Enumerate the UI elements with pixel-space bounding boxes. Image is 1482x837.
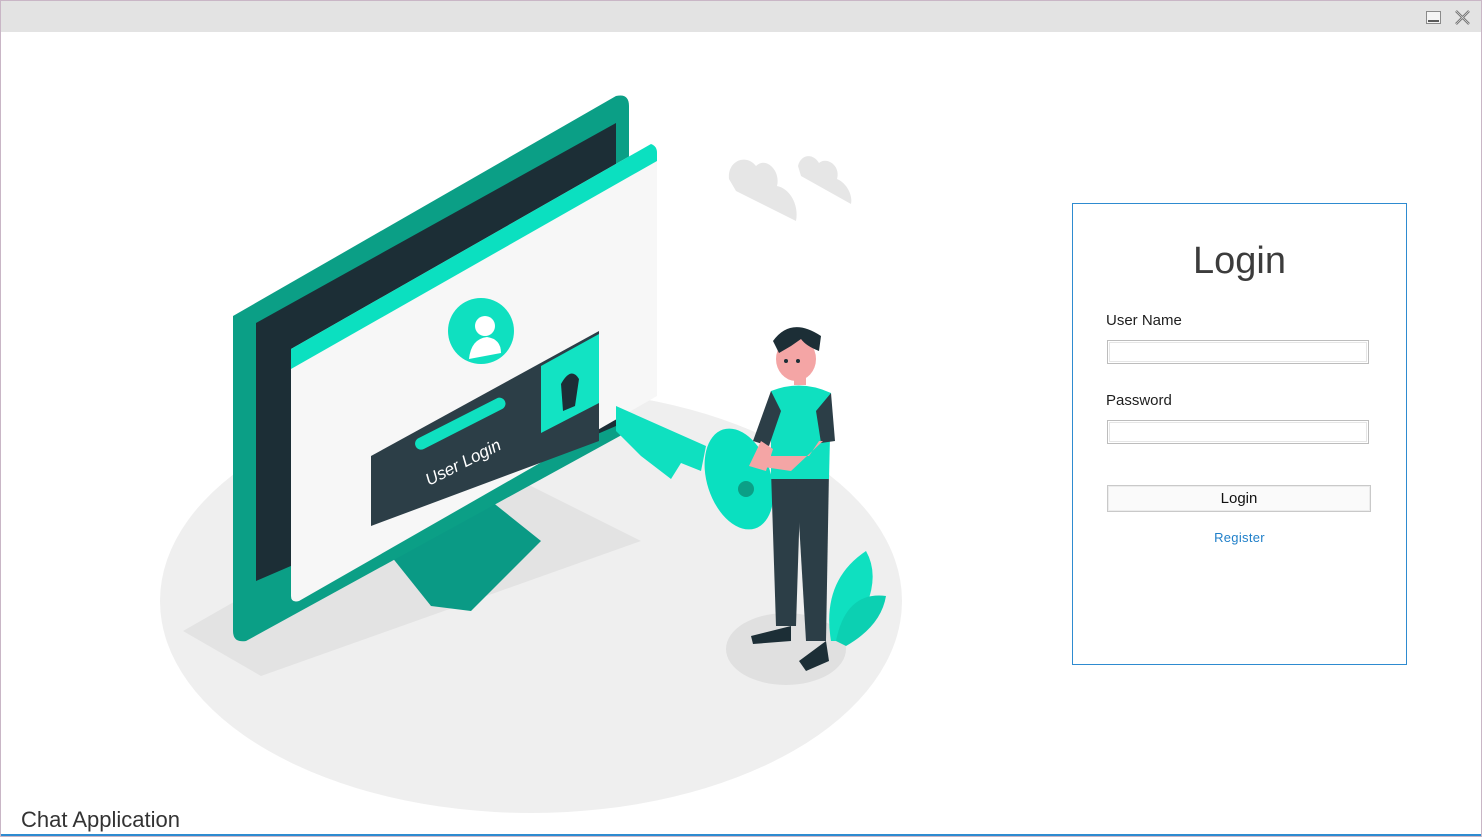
password-label: Password <box>1106 392 1172 409</box>
register-link[interactable]: Register <box>1073 530 1406 545</box>
username-label: User Name <box>1106 312 1182 329</box>
login-panel: Login User Name Password Login Register <box>1072 203 1407 665</box>
username-input[interactable] <box>1107 340 1369 364</box>
app-name-label: Chat Application <box>21 807 180 832</box>
bottom-divider <box>1 834 1481 836</box>
login-title: Login <box>1193 240 1286 282</box>
password-input[interactable] <box>1107 420 1369 444</box>
cloud-icon <box>728 156 852 221</box>
minimize-icon[interactable] <box>1425 9 1442 26</box>
app-window: User Login Login User Name Password Logi… <box>0 0 1482 837</box>
login-illustration: User Login <box>160 95 902 813</box>
title-bar <box>1 1 1481 32</box>
login-button[interactable]: Login <box>1107 485 1371 512</box>
close-icon[interactable] <box>1454 9 1471 26</box>
